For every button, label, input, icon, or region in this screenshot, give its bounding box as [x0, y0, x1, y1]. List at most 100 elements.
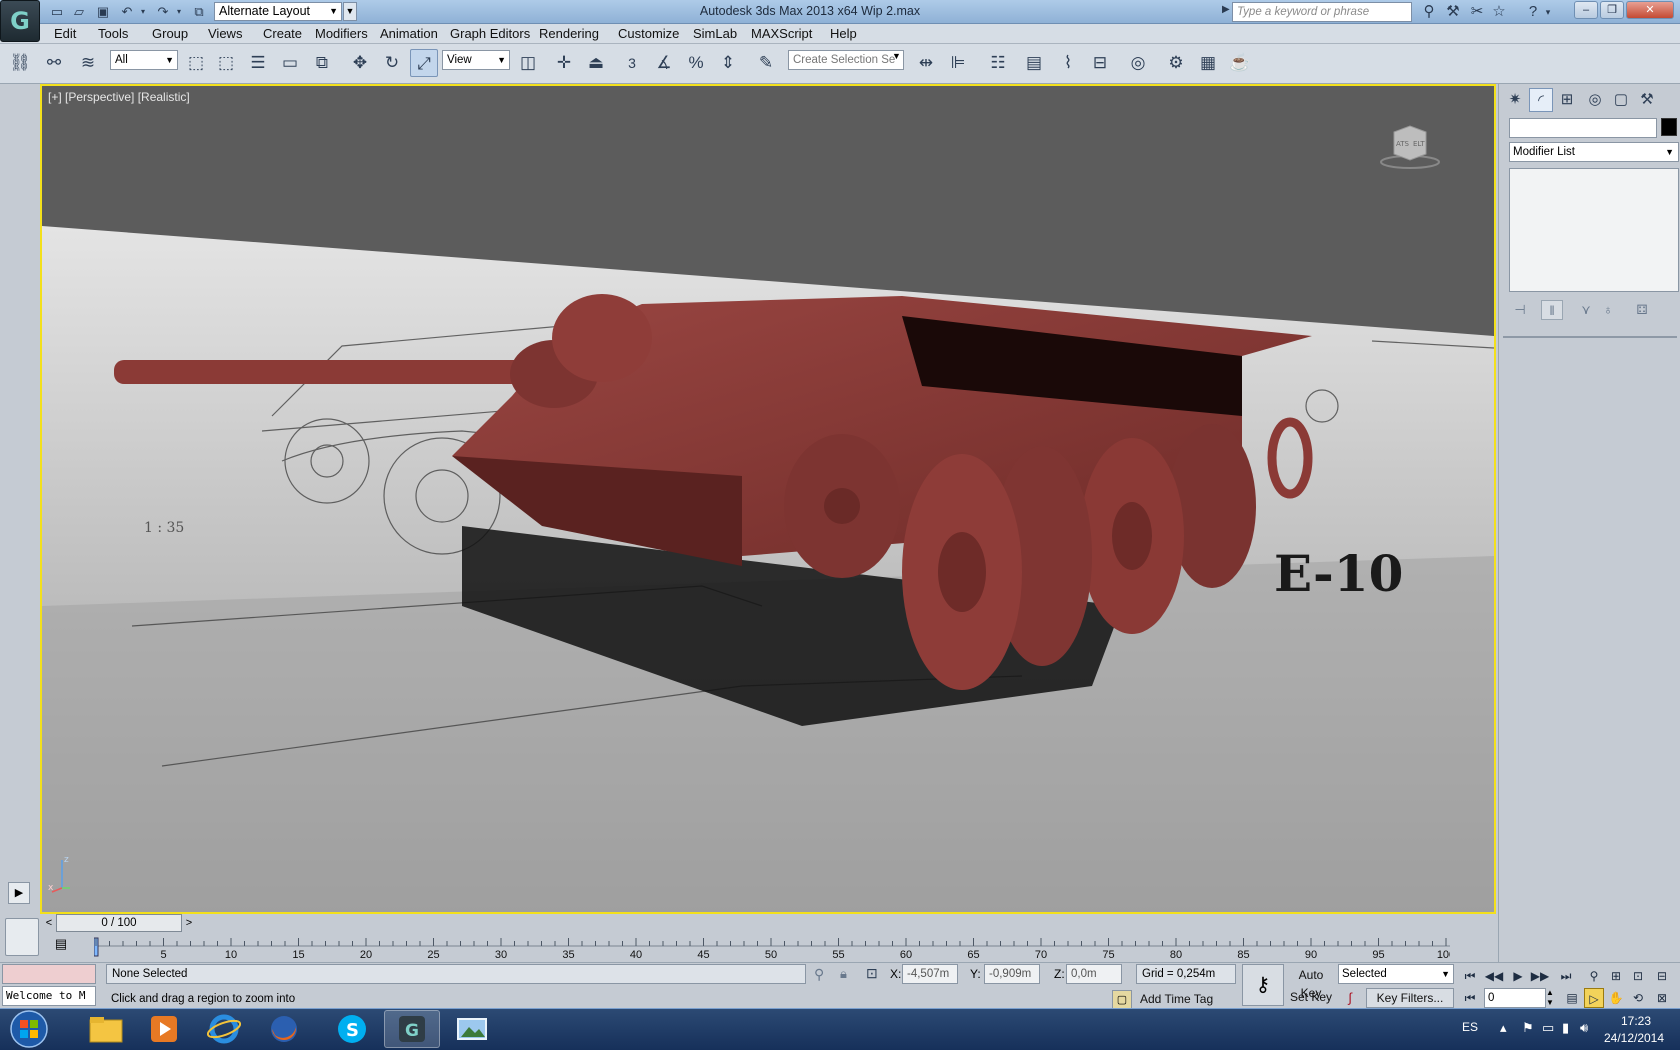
viewport-layout-thumbnail[interactable] [5, 918, 39, 956]
object-color-swatch[interactable] [1661, 118, 1677, 136]
infocenter-search-input[interactable]: Type a keyword or phrase [1232, 2, 1412, 22]
taskbar-media-player[interactable] [136, 1010, 192, 1048]
action-center-flag-icon[interactable]: ⚑ [1522, 1020, 1534, 1036]
select-object-icon[interactable]: ⬚ [182, 49, 210, 77]
go-to-start-icon[interactable]: ⏮ [1460, 966, 1480, 986]
perspective-viewport[interactable]: E-10 1 : 35 [+] [Perspective] [Realistic… [40, 84, 1496, 914]
select-manipulate-icon[interactable]: ✛ [550, 49, 578, 77]
viewport-layout-expand-button[interactable]: ▶ [8, 882, 30, 904]
set-keys-key-icon[interactable]: ⚷ [1242, 964, 1284, 1006]
zoom-all-icon[interactable]: ⊞ [1606, 966, 1626, 986]
menu-views[interactable]: Views [204, 26, 246, 41]
time-slider-next[interactable]: > [182, 914, 196, 932]
communication-icon[interactable]: ✂ [1466, 2, 1488, 22]
time-slider-prev[interactable]: < [42, 914, 56, 932]
select-and-rotate-icon[interactable]: ↻ [378, 49, 406, 77]
z-coord-field[interactable]: 0,0m [1066, 964, 1122, 984]
pivot-center-icon[interactable]: ◫ [514, 49, 542, 77]
pin-stack-icon[interactable]: ⊣ [1509, 300, 1531, 320]
key-filters-button[interactable]: Key Filters... [1366, 988, 1454, 1008]
close-button[interactable]: ✕ [1626, 1, 1674, 19]
menu-graph-editors[interactable]: Graph Editors [446, 26, 534, 41]
search-expand-icon[interactable]: ▶ [1222, 4, 1230, 15]
play-icon[interactable]: ▶ [1508, 966, 1528, 986]
menu-create[interactable]: Create [259, 26, 306, 41]
help-icon[interactable]: ? [1522, 2, 1544, 22]
binoculars-icon[interactable]: ⚲ [1418, 2, 1440, 22]
menu-help[interactable]: Help [826, 26, 861, 41]
previous-frame-icon[interactable]: ◀◀ [1484, 966, 1504, 986]
restore-button[interactable]: ❐ [1600, 1, 1624, 19]
display-tab-icon[interactable]: ▢ [1609, 88, 1633, 112]
redo-icon[interactable]: ↷ [154, 3, 172, 20]
favorites-star-icon[interactable]: ☆ [1488, 2, 1510, 22]
menu-group[interactable]: Group [148, 26, 192, 41]
input-language[interactable]: ES [1462, 1020, 1478, 1034]
curve-editor-icon[interactable]: ⌇ [1054, 49, 1082, 77]
mini-curve-editor-icon[interactable]: ▤ [50, 936, 72, 956]
keyboard-shortcut-override-icon[interactable]: ⏏ [582, 49, 610, 77]
new-file-icon[interactable]: ▭ [48, 3, 66, 20]
go-to-end-icon[interactable]: ⏭ [1556, 966, 1576, 986]
taskbar-firefox[interactable] [256, 1010, 312, 1048]
workspace-menu-arrow[interactable]: ▼ [343, 2, 357, 21]
rendered-frame-window-icon[interactable]: ▦ [1194, 49, 1222, 77]
taskbar-skype[interactable]: S [324, 1010, 380, 1048]
schematic-view-icon[interactable]: ⊟ [1086, 49, 1114, 77]
selection-filter-dropdown[interactable]: All ▼ [110, 50, 178, 70]
menu-tools[interactable]: Tools [94, 26, 132, 41]
signal-icon[interactable]: ▮ [1562, 1020, 1569, 1036]
volume-icon[interactable]: 🔊︎ [1580, 1020, 1588, 1036]
taskbar-3dsmax[interactable]: G [384, 1010, 440, 1048]
subscription-icon[interactable]: ⚒ [1442, 2, 1464, 22]
modifier-stack[interactable] [1509, 168, 1679, 292]
select-from-list-icon[interactable]: ☰ [244, 49, 272, 77]
save-icon[interactable]: ▣ [94, 3, 112, 20]
zoom-extents-icon[interactable]: ⊡ [1628, 966, 1648, 986]
modifier-list-dropdown[interactable]: Modifier List ▼ [1509, 142, 1679, 162]
snap-toggle-icon[interactable]: 3 [618, 49, 646, 77]
clock-date[interactable]: 24/12/2014 [1594, 1031, 1674, 1045]
menu-edit[interactable]: Edit [50, 26, 80, 41]
pan-view-icon[interactable]: ✋ [1606, 988, 1626, 1008]
make-unique-icon[interactable]: ⋎ [1575, 300, 1597, 320]
percent-snap-icon[interactable]: % [682, 49, 710, 77]
viewport-label[interactable]: [+] [Perspective] [Realistic] [48, 90, 190, 104]
render-setup-icon[interactable]: ⚙ [1162, 49, 1190, 77]
y-coord-field[interactable]: -0,909m [984, 964, 1040, 984]
minimize-button[interactable]: – [1574, 1, 1598, 19]
redo-dropdown-icon[interactable]: ▾ [174, 3, 184, 20]
isolate-selection-icon[interactable]: ⚲ [814, 966, 824, 983]
render-production-icon[interactable]: ☕ [1226, 49, 1254, 77]
select-and-link-icon[interactable]: ⛓ [6, 49, 34, 77]
hierarchy-tab-icon[interactable]: ⊞ [1555, 88, 1579, 112]
current-frame-spinner[interactable]: ▲ ▼ [1546, 988, 1556, 1008]
remove-modifier-icon[interactable]: ♁ [1597, 300, 1619, 320]
time-configuration-icon[interactable]: ▤ [1562, 988, 1582, 1008]
mirror-icon[interactable]: ⇹ [912, 49, 940, 77]
menu-customize[interactable]: Customize [614, 26, 683, 41]
x-coord-field[interactable]: -4,507m [902, 964, 958, 984]
object-name-field[interactable] [1509, 118, 1657, 138]
rectangular-selection-icon[interactable]: ▭ [276, 49, 304, 77]
menu-rendering[interactable]: Rendering [535, 26, 603, 41]
clock-time[interactable]: 17:23 [1604, 1014, 1668, 1028]
orbit-icon[interactable]: ⟲ [1628, 988, 1648, 1008]
start-button[interactable] [4, 1009, 54, 1049]
modify-tab-icon[interactable]: ◜ [1529, 88, 1553, 112]
edit-named-selection-icon[interactable]: ✎ [752, 49, 780, 77]
taskbar-internet-explorer[interactable] [196, 1010, 252, 1048]
taskbar-photo-viewer[interactable] [444, 1010, 500, 1048]
menu-maxscript[interactable]: MAXScript [747, 26, 816, 41]
utilities-tab-icon[interactable]: ⚒ [1635, 88, 1659, 112]
track-bar[interactable]: 5 10 15 20 25 30 35 40 45 50 55 60 65 70 75 80 85 90 95 100 [94, 934, 1450, 960]
bind-space-warp-icon[interactable]: ≋ [74, 49, 102, 77]
maximize-viewport-icon[interactable]: ⊠ [1652, 988, 1672, 1008]
named-selection-dropdown-icon[interactable]: ▼ [892, 51, 901, 61]
key-mode-toggle-icon[interactable]: ⏮ [1460, 988, 1480, 1008]
undo-dropdown-icon[interactable]: ▾ [138, 3, 148, 20]
spinner-snap-icon[interactable]: ⇕ [714, 49, 742, 77]
window-crossing-icon[interactable]: ⧉ [308, 49, 336, 77]
menu-modifiers[interactable]: Modifiers [311, 26, 372, 41]
select-by-name-icon[interactable]: ⬚ [212, 49, 240, 77]
